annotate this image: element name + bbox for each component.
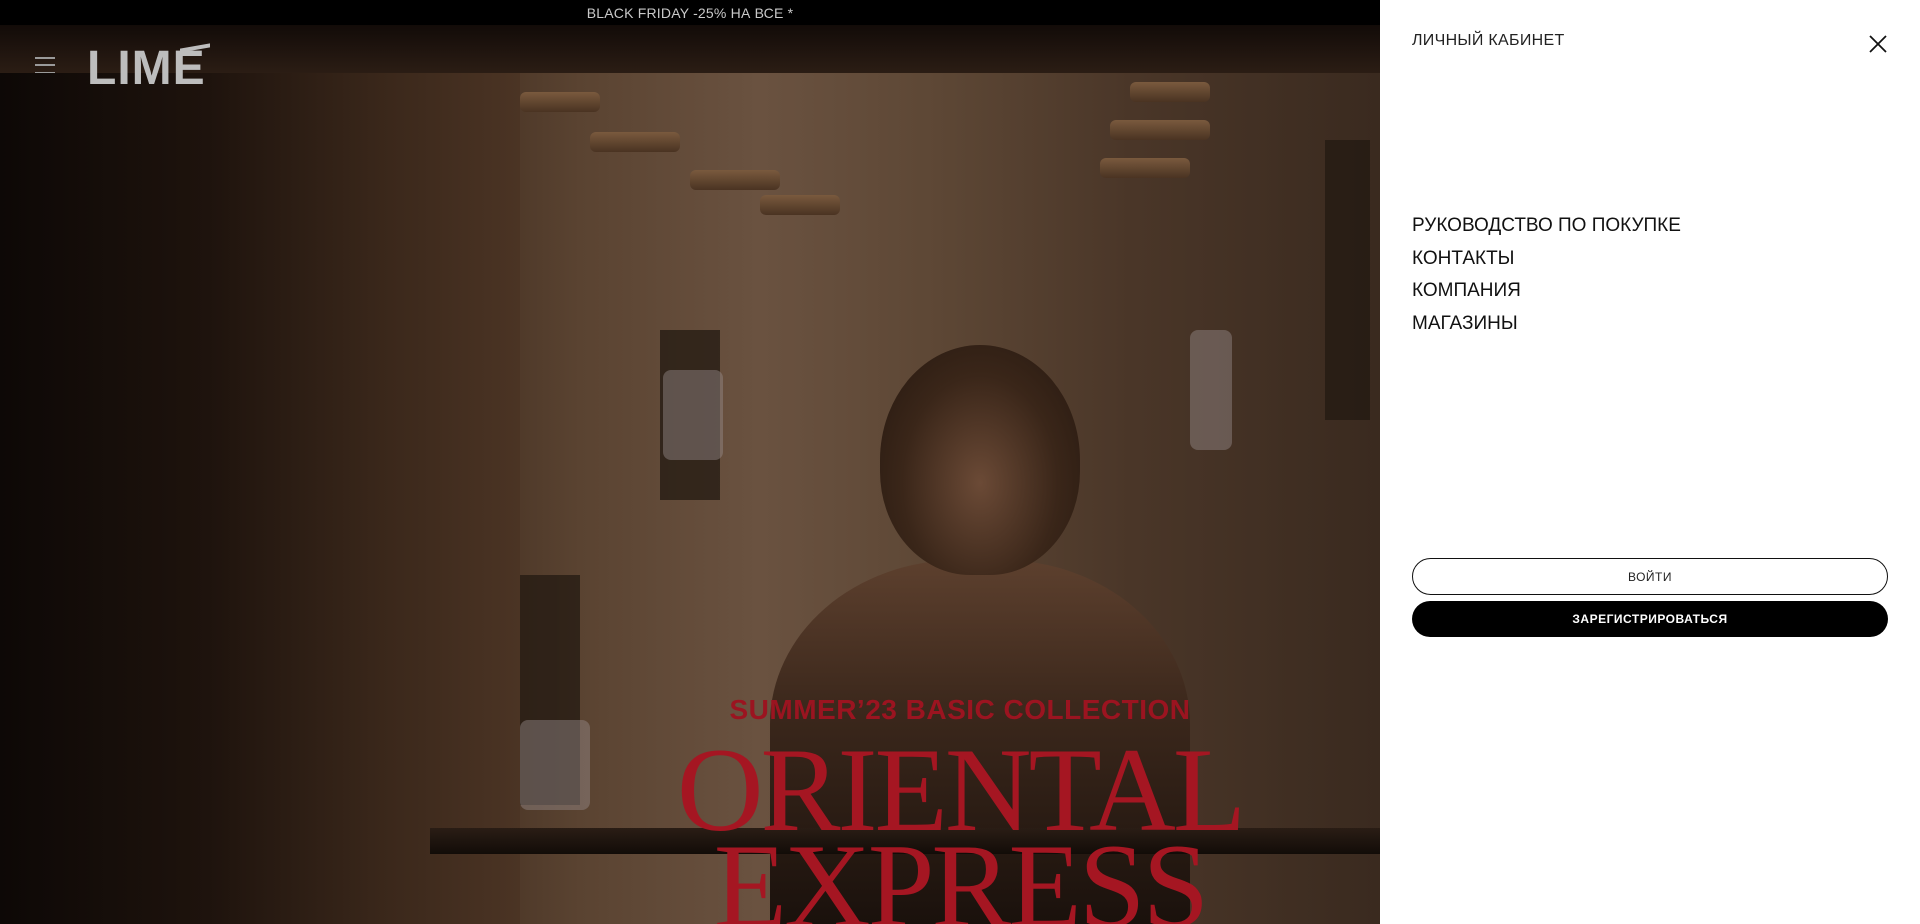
panel-title: ЛИЧНЫЙ КАБИНЕТ (1412, 32, 1565, 49)
hero-title[interactable]: ORIENTAL EXPRESS (580, 730, 1340, 924)
hero-beam (1100, 158, 1190, 178)
hamburger-icon[interactable] (35, 57, 55, 73)
hero-beam (760, 195, 840, 215)
promo-text: BLACK FRIDAY -25% НА ВСЕ * (586, 4, 794, 21)
register-button[interactable]: ЗАРЕГИСТРИРОВАТЬСЯ (1412, 601, 1888, 637)
nav-item-purchase-guide[interactable]: РУКОВОДСТВО ПО ПОКУПКЕ (1412, 210, 1681, 243)
brand-logo[interactable]: LIME (87, 44, 206, 94)
promo-banner[interactable]: BLACK FRIDAY -25% НА ВСЕ * (0, 0, 1380, 25)
hero-beam (590, 132, 680, 152)
page: BLACK FRIDAY -25% НА ВСЕ * LIME SUMMER’2… (0, 0, 1920, 924)
hero-ceiling (0, 25, 1380, 73)
hero-beam (690, 170, 780, 190)
login-button[interactable]: ВОЙТИ (1412, 558, 1888, 595)
nav-item-company[interactable]: КОМПАНИЯ (1412, 275, 1681, 308)
account-side-panel: ЛИЧНЫЙ КАБИНЕТ РУКОВОДСТВО ПО ПОКУПКЕ КО… (1380, 0, 1920, 924)
hero-beam (1130, 82, 1210, 102)
hero-lantern (663, 370, 723, 460)
nav-item-stores[interactable]: МАГАЗИНЫ (1412, 308, 1681, 341)
hero-beam (1110, 120, 1210, 140)
hero-wall (0, 25, 520, 924)
panel-nav: РУКОВОДСТВО ПО ПОКУПКЕ КОНТАКТЫ КОМПАНИЯ… (1412, 210, 1681, 340)
hero-figure-head (880, 345, 1080, 575)
hero-niche (1325, 140, 1370, 420)
hero-beam (520, 92, 600, 112)
hero-lantern (1190, 330, 1232, 450)
nav-item-contacts[interactable]: КОНТАКТЫ (1412, 243, 1681, 276)
close-icon[interactable] (1864, 30, 1892, 58)
hero-subtitle: SUMMER’23 BASIC COLLECTION (729, 694, 1191, 725)
